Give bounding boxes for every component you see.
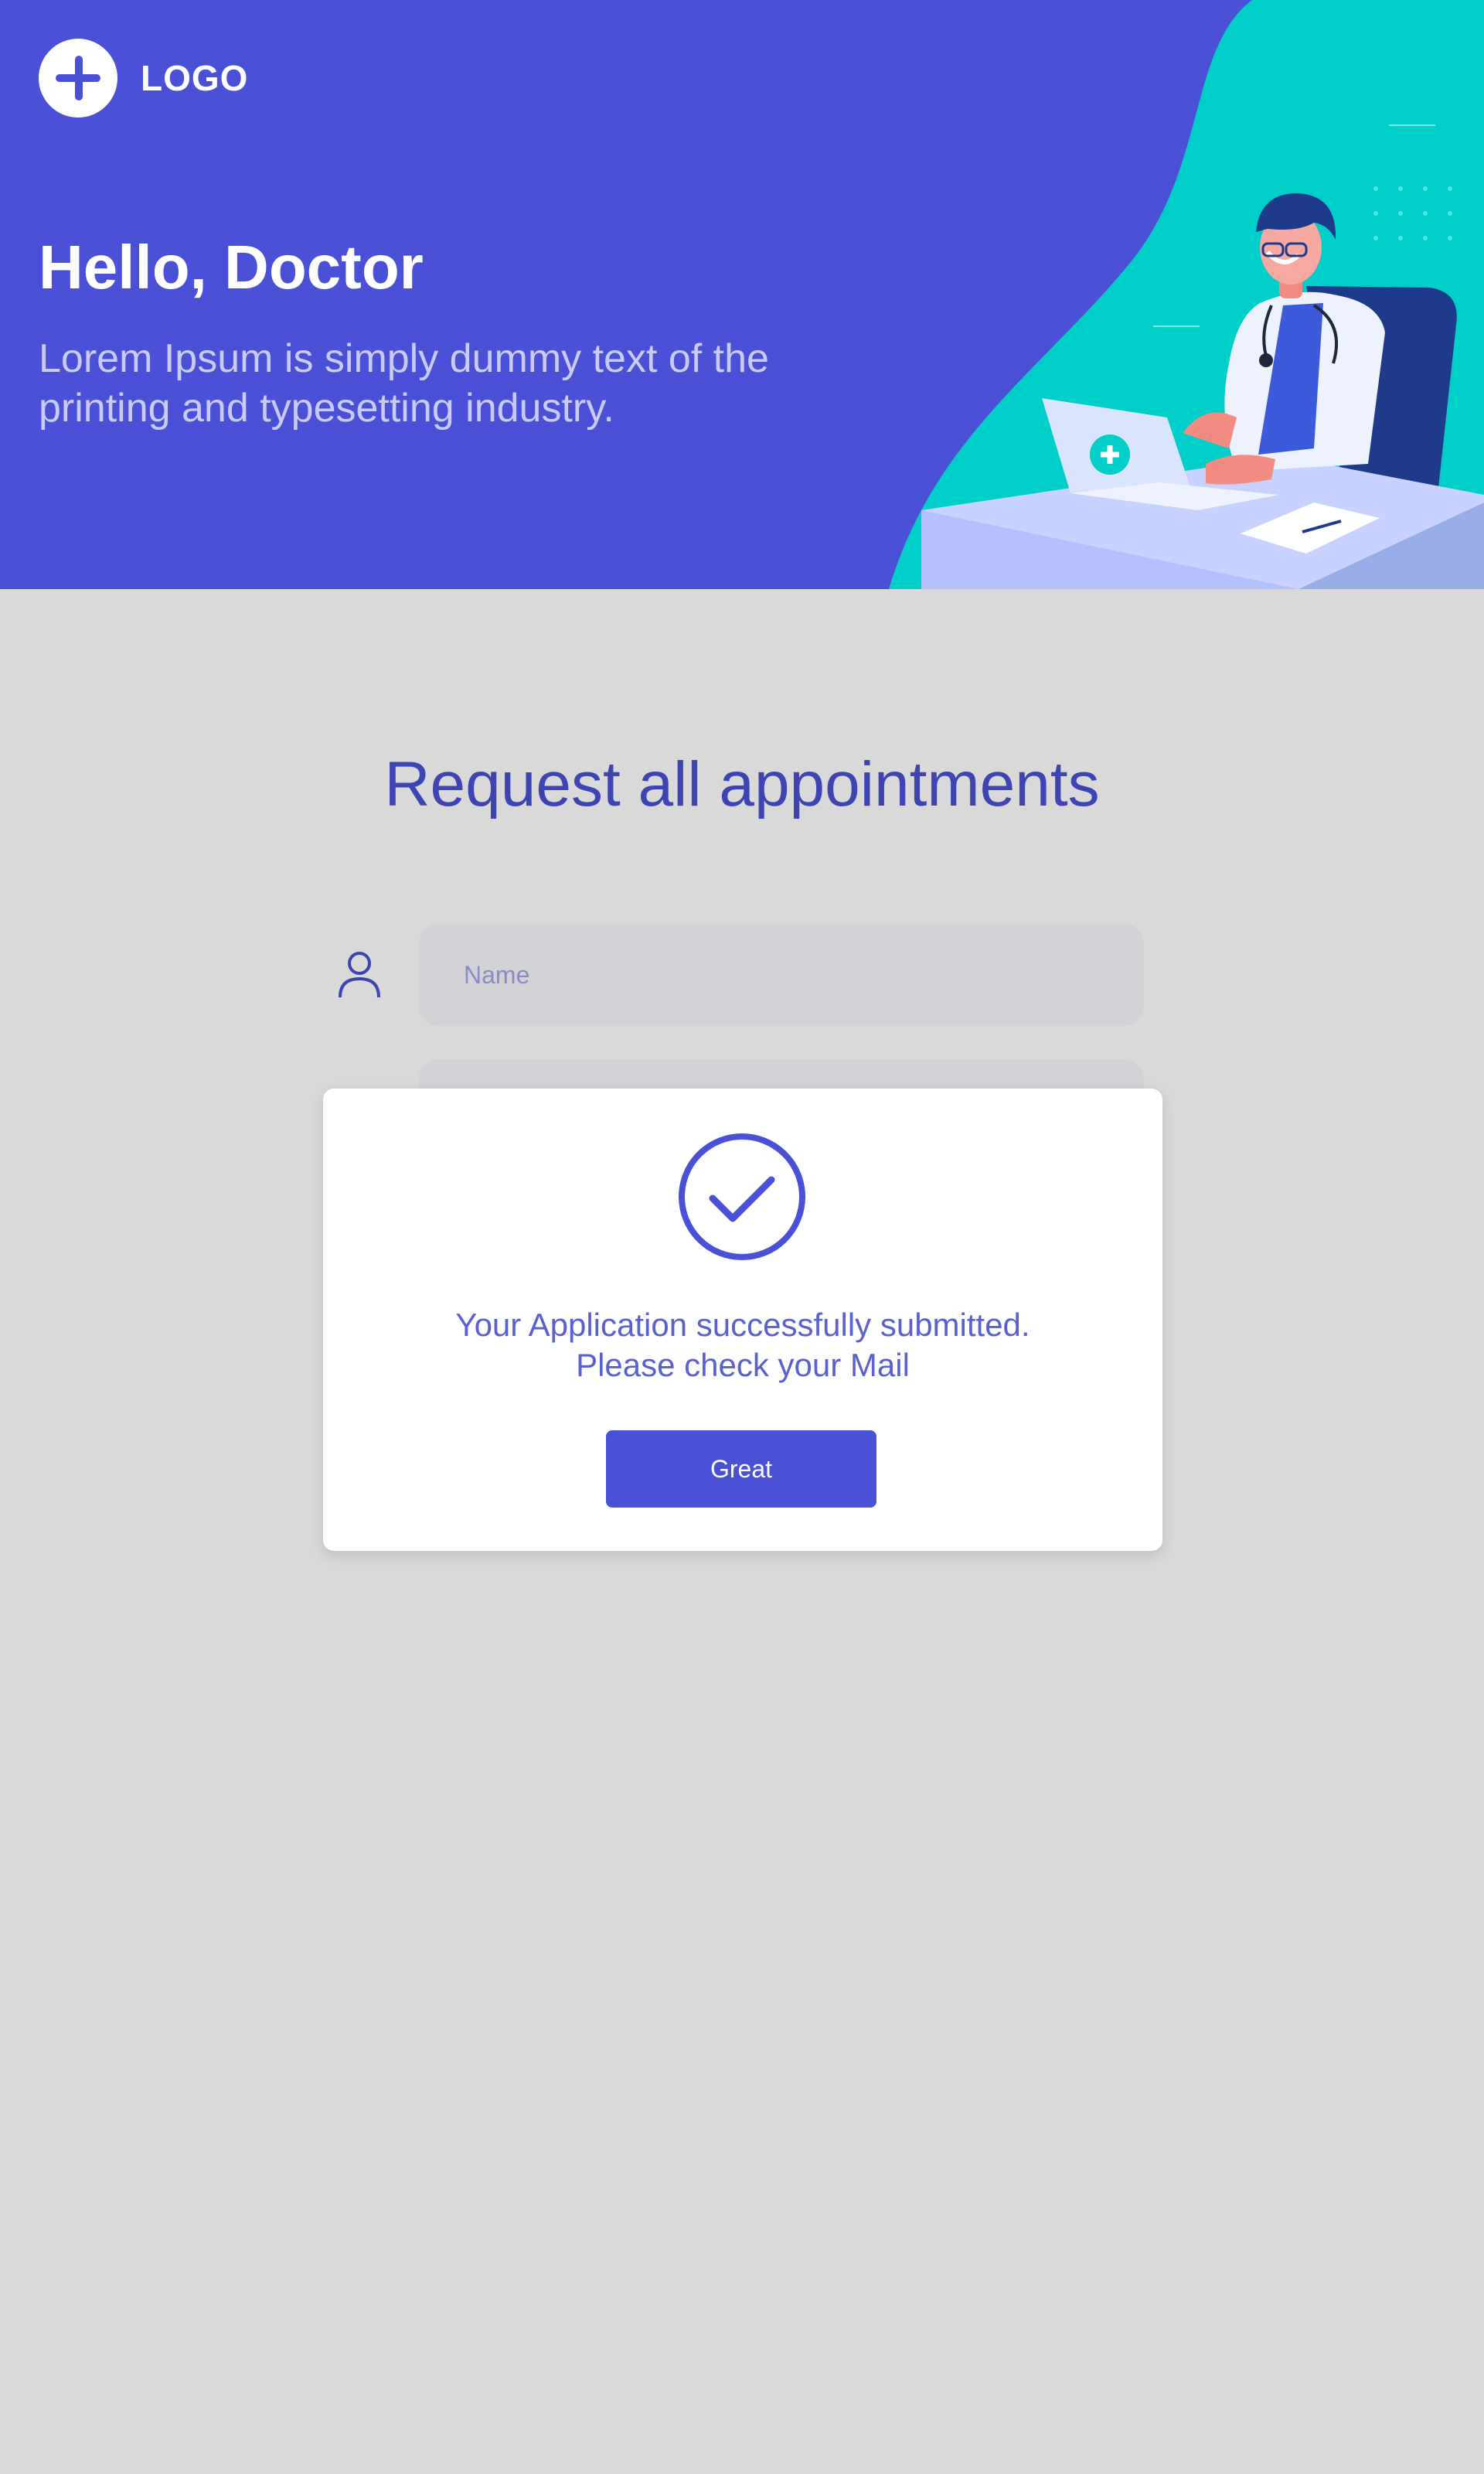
great-button[interactable]: Great — [606, 1430, 876, 1508]
success-modal: Your Application successfully submitted.… — [323, 1089, 1162, 1551]
name-input[interactable] — [419, 924, 1144, 1026]
page-title: Hello, Doctor — [39, 233, 424, 302]
success-message-line2: Please check your Mail — [576, 1347, 910, 1383]
page-subtitle: Lorem Ipsum is simply dummy text of the … — [39, 336, 769, 431]
user-icon — [339, 952, 380, 998]
check-circle-icon — [679, 1133, 805, 1260]
success-message: Your Application successfully submitted.… — [323, 1305, 1162, 1385]
logo-text: LOGO — [141, 58, 249, 98]
logo[interactable]: LOGO — [39, 39, 248, 118]
success-message-line1: Your Application successfully submitted. — [455, 1307, 1030, 1343]
form-title: Request all appointments — [384, 749, 1100, 820]
hero-banner: LOGO Hello, Doctor Lorem Ipsum is simply… — [0, 0, 1484, 589]
plus-icon — [39, 39, 117, 118]
